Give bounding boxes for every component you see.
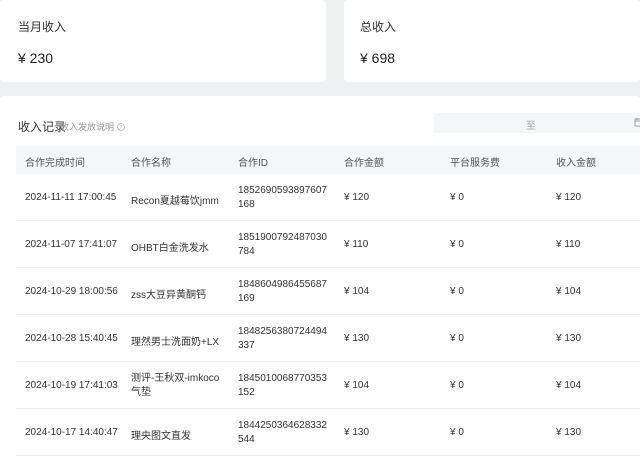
cell-id: 1848256380724494337 xyxy=(238,326,327,351)
table-row: 2024-10-29 18:00:56 zss大豆异黄酮钙 1848604986… xyxy=(16,268,640,315)
cell-time: 2024-10-19 17:41:03 xyxy=(25,380,118,391)
cell-id: 1852690593897607168 xyxy=(238,185,327,210)
date-range-picker[interactable]: 至 xyxy=(434,113,640,133)
cell-name: Recon夏越莓饮jmm xyxy=(131,196,219,207)
cell-name: 理央图文直发 xyxy=(131,431,191,442)
monthly-income-label: 当月收入 xyxy=(18,20,67,34)
cell-income: ¥ 130 xyxy=(556,427,582,438)
col-header-amount: 合作金额 xyxy=(344,158,384,169)
cell-amount: ¥ 130 xyxy=(344,333,370,344)
cell-time: 2024-11-11 17:00:45 xyxy=(25,192,117,203)
table-row: 2024-11-07 17:41:07 OHBT白金洗发水 1851900792… xyxy=(16,221,640,268)
total-income-card: 总收入 ¥ 698 xyxy=(344,0,640,82)
cell-time: 2024-10-17 14:40:47 xyxy=(25,427,118,438)
cell-fee: ¥ 0 xyxy=(450,380,464,391)
date-range-separator: 至 xyxy=(526,121,536,132)
cell-id: 1851900792487030784 xyxy=(238,232,327,257)
col-header-income: 收入金额 xyxy=(556,158,596,169)
cell-income: ¥ 104 xyxy=(556,380,582,391)
cell-time: 2024-10-29 18:00:56 xyxy=(25,286,118,297)
cell-name: 测评-王秋双-imkoco气垫 xyxy=(131,373,220,398)
income-records-panel: 收入记录 收入发放说明 ? 至 合作完成时间 合作名称 合作ID 合作金额 平台… xyxy=(0,96,640,463)
svg-text:?: ? xyxy=(120,125,123,131)
cell-fee: ¥ 0 xyxy=(450,333,464,344)
col-header-fee: 平台服务费 xyxy=(450,158,500,169)
table-row: 2024-11-11 17:00:45 Recon夏越莓饮jmm 1852690… xyxy=(16,174,640,221)
payout-info-label: 收入发放说明 xyxy=(60,122,115,132)
cell-name: 理然男士洗面奶+LX xyxy=(131,337,220,348)
monthly-income-card: 当月收入 ¥ 230 xyxy=(0,0,326,82)
monthly-income-value: ¥ 230 xyxy=(18,50,54,66)
cell-income: ¥ 130 xyxy=(556,333,582,344)
cell-id: 1848604986455687169 xyxy=(238,279,327,304)
table-row: 2024-10-28 15:40:45 理然男士洗面奶+LX 184825638… xyxy=(16,315,640,362)
cell-income: ¥ 104 xyxy=(556,286,582,297)
cell-amount: ¥ 130 xyxy=(344,427,370,438)
cell-fee: ¥ 0 xyxy=(450,286,464,297)
total-income-value: ¥ 698 xyxy=(360,50,396,66)
cell-time: 2024-10-28 15:40:45 xyxy=(25,333,118,344)
cell-fee: ¥ 0 xyxy=(450,239,464,250)
table-row: 2024-10-17 14:40:47 理央图文直发 1844250364628… xyxy=(16,409,640,456)
records-title: 收入记录 xyxy=(18,120,67,134)
table-header: 合作完成时间 合作名称 合作ID 合作金额 平台服务费 收入金额 xyxy=(16,146,640,174)
payout-info-link[interactable]: 收入发放说明 ? xyxy=(60,120,125,133)
col-header-time: 合作完成时间 xyxy=(25,158,85,169)
cell-income: ¥ 110 xyxy=(556,239,581,250)
cell-time: 2024-11-07 17:41:07 xyxy=(25,239,118,250)
cell-id: 1844250364628332544 xyxy=(238,420,327,445)
cell-income: ¥ 120 xyxy=(556,192,582,203)
total-income-label: 总收入 xyxy=(360,20,397,34)
cell-fee: ¥ 0 xyxy=(450,427,464,438)
cell-amount: ¥ 110 xyxy=(344,239,369,250)
cell-amount: ¥ 104 xyxy=(344,286,370,297)
cell-amount: ¥ 104 xyxy=(344,380,370,391)
cell-name: zss大豆异黄酮钙 xyxy=(131,290,206,301)
cell-name: OHBT白金洗发水 xyxy=(131,243,209,254)
cell-fee: ¥ 0 xyxy=(450,192,464,203)
table-row: 2024-10-19 17:41:03 测评-王秋双-imkoco气垫 1845… xyxy=(16,362,640,409)
col-header-id: 合作ID xyxy=(238,158,268,169)
col-header-name: 合作名称 xyxy=(131,158,171,169)
cell-id: 1845010068770353152 xyxy=(238,373,327,398)
cell-amount: ¥ 120 xyxy=(344,192,370,203)
info-icon: ? xyxy=(117,122,125,131)
calendar-icon xyxy=(634,118,640,127)
